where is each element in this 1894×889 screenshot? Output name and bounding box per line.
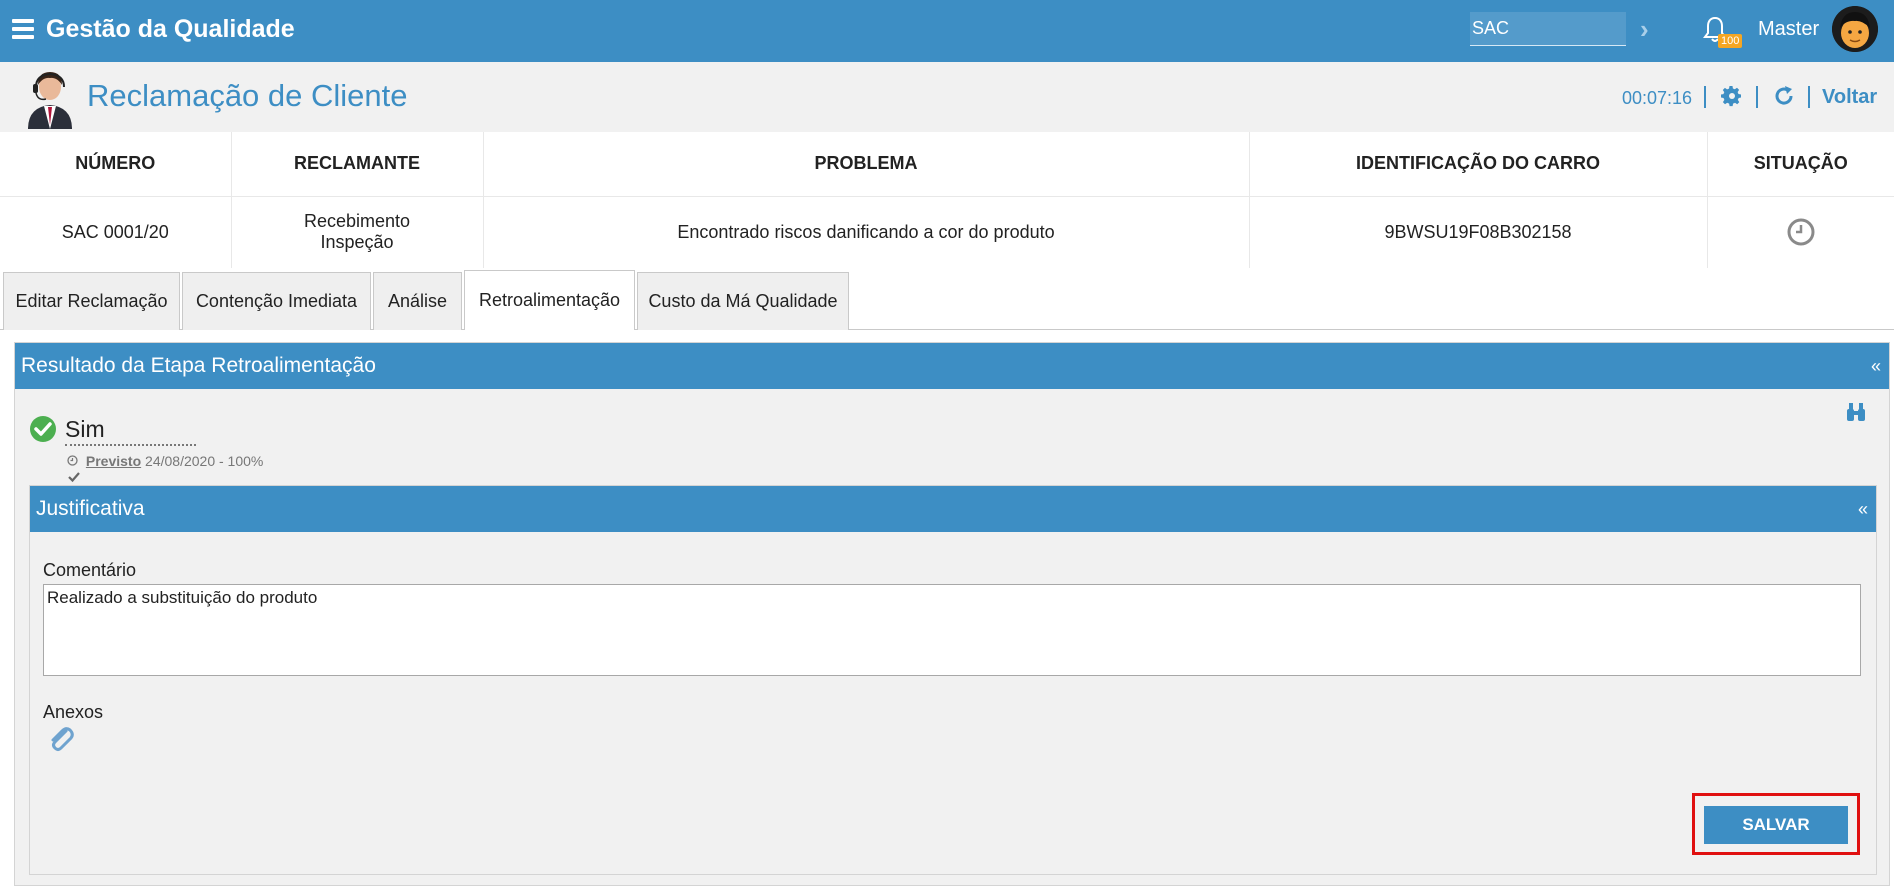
back-link[interactable]: Voltar	[1822, 86, 1877, 109]
tab-custo-ma-qualidade[interactable]: Custo da Má Qualidade	[637, 272, 849, 330]
tab-contencao-imediata[interactable]: Contenção Imediata	[182, 272, 371, 330]
justification-panel-title: Justificativa	[36, 497, 145, 520]
attachments-label: Anexos	[43, 702, 104, 722]
app-title: Gestão da Qualidade	[46, 15, 295, 43]
header-divider	[1756, 86, 1758, 108]
result-panel-title: Resultado da Etapa Retroalimentação	[21, 354, 376, 377]
menu-icon[interactable]	[12, 19, 34, 39]
table-header-row: NÚMERO RECLAMANTE PROBLEMA IDENTIFICAÇÃO…	[0, 132, 1894, 197]
reclamante-line1: Recebimento	[303, 211, 411, 232]
comment-textarea[interactable]: Realizado a substituição do produto	[43, 584, 1861, 676]
collapse-icon[interactable]: «	[1858, 486, 1868, 532]
forecast-value: 24/08/2020 - 100%	[145, 453, 264, 469]
cell-reclamante: Recebimento Inspeção	[231, 196, 484, 268]
notification-badge: 100	[1718, 34, 1743, 48]
column-header-situacao: SITUAÇÃO	[1707, 132, 1894, 197]
page-header: Reclamação de Cliente 00:07:16 Voltar	[0, 62, 1894, 132]
refresh-icon[interactable]	[1772, 84, 1796, 108]
tab-content: Resultado da Etapa Retroalimentação « Si…	[0, 330, 1894, 889]
tab-analise[interactable]: Análise	[373, 272, 462, 330]
forecast-info: Previsto 24/08/2020 - 100%	[67, 453, 263, 469]
column-header-numero: NÚMERO	[0, 132, 232, 197]
header-divider	[1704, 86, 1706, 108]
top-navbar: Gestão da Qualidade › 100 Master	[0, 0, 1894, 62]
page-title: Reclamação de Cliente	[87, 78, 408, 113]
tab-retroalimentacao[interactable]: Retroalimentação	[464, 270, 635, 331]
chevron-right-icon[interactable]: ›	[1640, 14, 1649, 45]
check-icon	[68, 472, 80, 483]
column-header-identificacao: IDENTIFICAÇÃO DO CARRO	[1249, 132, 1708, 197]
module-search-input[interactable]	[1470, 12, 1626, 46]
tab-bar: Editar Reclamação Contenção Imediata Aná…	[0, 270, 1894, 331]
clock-icon	[67, 455, 78, 466]
gear-icon[interactable]	[1720, 84, 1744, 108]
justification-panel-header: Justificativa «	[30, 486, 1876, 532]
session-timer: 00:07:16	[1622, 88, 1693, 108]
forecast-label[interactable]: Previsto	[86, 453, 141, 469]
avatar[interactable]	[1832, 6, 1878, 52]
reclamante-line2: Inspeção	[320, 232, 394, 253]
tab-editar-reclamacao[interactable]: Editar Reclamação	[3, 272, 180, 330]
header-divider	[1808, 86, 1810, 108]
save-button[interactable]: SALVAR	[1704, 806, 1848, 844]
justification-panel: Justificativa « Comentário Realizado a s…	[29, 485, 1877, 875]
collapse-icon[interactable]: «	[1871, 343, 1881, 389]
check-circle-icon	[30, 416, 56, 442]
binoculars-icon[interactable]	[1845, 401, 1867, 423]
column-header-problema: PROBLEMA	[483, 132, 1250, 197]
cell-situacao	[1707, 196, 1894, 268]
customer-person-icon	[28, 72, 72, 129]
table-row: SAC 0001/20 Recebimento Inspeção Encontr…	[0, 196, 1894, 268]
comment-label: Comentário	[43, 560, 137, 580]
result-panel-header: Resultado da Etapa Retroalimentação «	[15, 343, 1889, 389]
column-header-reclamante: RECLAMANTE	[231, 132, 484, 197]
result-panel: Resultado da Etapa Retroalimentação « Si…	[14, 342, 1890, 886]
cell-identificacao: 9BWSU19F08B302158	[1249, 196, 1708, 268]
paperclip-icon[interactable]	[46, 725, 76, 755]
cell-numero: SAC 0001/20	[0, 196, 232, 268]
cell-problema: Encontrado riscos danificando a cor do p…	[483, 196, 1250, 268]
complaint-summary-table: NÚMERO RECLAMANTE PROBLEMA IDENTIFICAÇÃO…	[0, 132, 1894, 268]
clock-status-icon	[1787, 218, 1815, 246]
user-name[interactable]: Master	[1758, 18, 1819, 41]
result-value[interactable]: Sim	[65, 416, 196, 446]
